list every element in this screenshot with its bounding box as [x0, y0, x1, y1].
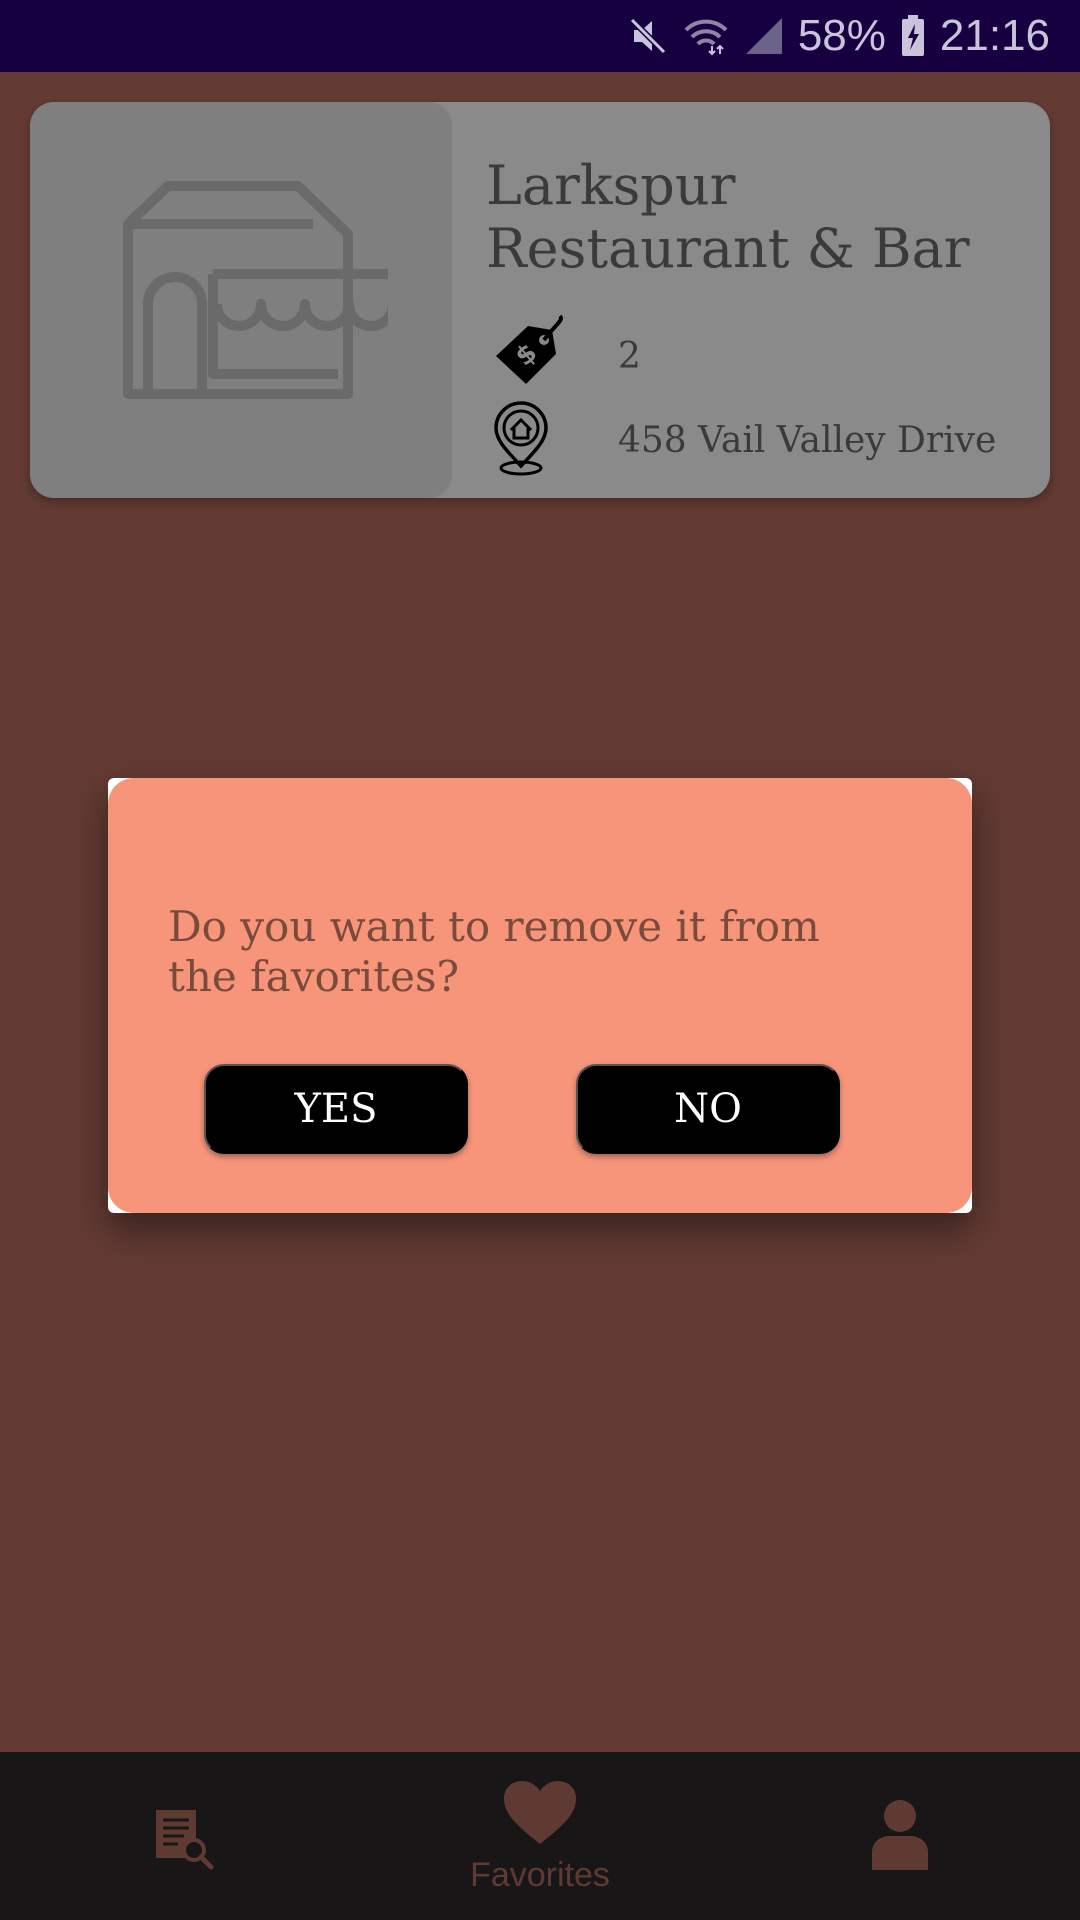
- remove-favorite-dialog: Do you want to remove it from the favori…: [108, 778, 972, 1213]
- nav-item-profile[interactable]: [710, 1752, 1080, 1920]
- wifi-icon: [682, 16, 730, 56]
- bottom-navigation: Favorites: [0, 1752, 1080, 1920]
- mute-icon: [628, 16, 668, 56]
- battery-charging-icon: [900, 14, 926, 58]
- store-icon: [123, 181, 388, 399]
- search-list-icon: [156, 1810, 214, 1870]
- signal-icon: [744, 16, 784, 56]
- clock: 21:16: [939, 11, 1050, 60]
- price-row: $ 2: [486, 314, 641, 398]
- price-level: 2: [618, 335, 641, 377]
- yes-button[interactable]: YES: [204, 1064, 468, 1154]
- dialog-body: Do you want to remove it from the favori…: [108, 778, 972, 1213]
- nav-item-search[interactable]: [0, 1752, 370, 1920]
- no-button[interactable]: NO: [576, 1064, 840, 1154]
- favorite-restaurant-card[interactable]: Larkspur Restaurant & Bar $ 2 458 Vail V…: [30, 102, 1050, 498]
- price-tag-icon: $: [486, 314, 566, 398]
- restaurant-name: Larkspur Restaurant & Bar: [486, 154, 970, 280]
- battery-percent: 58%: [797, 11, 886, 60]
- location-pin-icon: [486, 400, 556, 480]
- status-bar: 58% 21:16: [0, 0, 1080, 72]
- restaurant-thumbnail: [30, 102, 452, 498]
- restaurant-address: 458 Vail Valley Drive: [618, 419, 997, 461]
- nav-label-favorites: Favorites: [470, 1856, 610, 1894]
- user-icon: [872, 1800, 928, 1870]
- dialog-message: Do you want to remove it from the favori…: [168, 902, 820, 1001]
- heart-icon: [504, 1781, 576, 1844]
- address-row: 458 Vail Valley Drive: [486, 400, 996, 480]
- nav-item-favorites[interactable]: Favorites: [370, 1752, 710, 1920]
